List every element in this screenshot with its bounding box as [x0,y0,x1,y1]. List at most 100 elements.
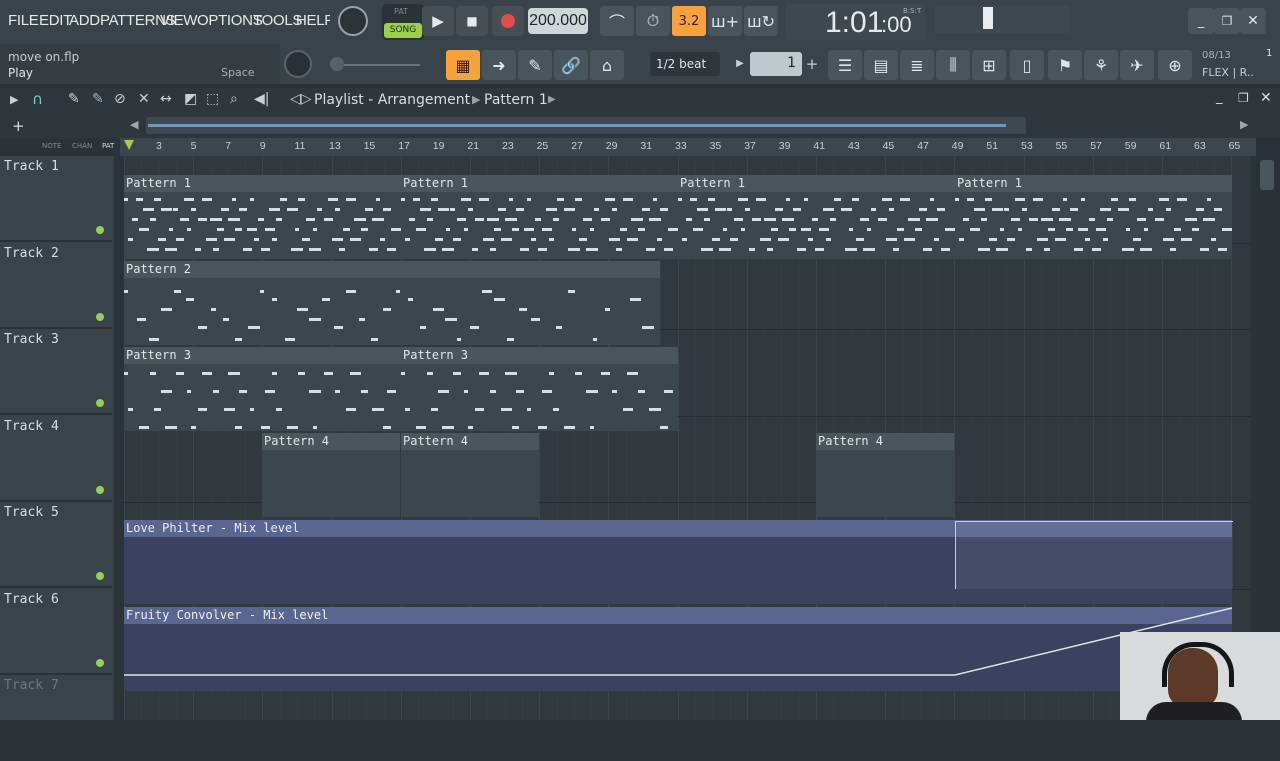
snap-selector[interactable]: 1/2 beat [650,52,720,76]
magnet-icon[interactable]: ∩ [32,90,43,108]
window-minimize-icon[interactable]: _ [1216,90,1223,105]
vscroll-thumb[interactable] [1260,160,1274,190]
slip-icon[interactable]: ↔ [160,91,172,107]
select-icon[interactable]: ⬚ [206,91,219,107]
menu-edit[interactable]: EDIT [39,12,72,29]
slice-icon[interactable]: ◩ [184,91,197,107]
plugin-button[interactable]: ⫼ [936,50,970,80]
track-header[interactable]: Track 5 [0,502,112,588]
pat-song-switch[interactable]: PAT SONG [382,4,424,40]
tempo-display[interactable]: 200.000 [528,8,588,34]
step-add-button[interactable]: + [804,54,820,74]
track-active-led[interactable] [96,572,104,580]
track-name[interactable]: Track 3 [4,332,59,347]
pattern-clip[interactable]: Pattern 4 [262,433,400,517]
track-name[interactable]: Track 7 [4,678,59,693]
channel-rack-button[interactable]: ▤ [864,50,898,80]
piano-roll-button[interactable]: ≣ [900,50,934,80]
time-display[interactable]: 1:01 :00 B:S:T [785,4,925,40]
playlist-menu-icon[interactable]: ◁▷ [290,91,312,107]
pattern-clip[interactable]: Pattern 3 [401,347,678,431]
mixer-button[interactable]: ☰ [828,50,862,80]
tempo-tap-button[interactable]: ⚘ [1084,50,1118,80]
browser-tab-chan[interactable]: CHAN [72,142,92,150]
track-header[interactable]: Track 6 [0,589,112,675]
metronome-button[interactable]: ⌒ [600,6,634,36]
pattern-clip[interactable]: Pattern 2 [124,261,660,345]
file-button[interactable]: ▯ [1010,50,1044,80]
playlist-window-button[interactable]: ▦ [446,50,480,80]
zoom-icon[interactable]: ⌕ [230,91,238,107]
countdown-button[interactable]: 3.2 [672,6,706,36]
record-button[interactable] [492,6,524,36]
arrow-right-icon[interactable]: ▶ [10,93,18,106]
bird-button[interactable]: ✈ [1120,50,1154,80]
master-volume-slider[interactable] [330,57,420,71]
master-pitch-knob[interactable] [284,50,312,78]
track-active-led[interactable] [96,226,104,234]
menu-add[interactable]: ADD [69,12,100,29]
brush-icon[interactable]: ✎ [92,91,104,107]
track-header[interactable]: Track 1 [0,156,112,242]
horizontal-scrollbar[interactable] [146,117,1026,134]
step-prev-button[interactable]: ▶ [732,54,748,74]
slider-handle[interactable] [330,57,344,71]
pattern-clip[interactable]: Pattern 1 [401,175,678,259]
browser-tab-note[interactable]: NOTE [42,142,61,150]
track-name[interactable]: Track 5 [4,505,59,520]
next-button[interactable]: ➜ [482,50,516,80]
loop-record-button[interactable]: ш↻ [744,6,778,36]
wait-input-button[interactable]: ⏱ [636,6,670,36]
pattern-clip[interactable]: Pattern 1 [678,175,955,259]
browser-tab-pat[interactable]: PAT [102,142,114,150]
mute-icon[interactable]: ✕ [138,91,150,107]
track-name[interactable]: Track 6 [4,592,59,607]
step-display[interactable]: 1 [750,52,802,76]
pattern-clip[interactable]: Pattern 4 [816,433,954,517]
track-active-led[interactable] [96,658,104,667]
scroll-left-icon[interactable]: ◀ [130,118,138,131]
stamp-button[interactable]: ⌂ [590,50,624,80]
menu-file[interactable]: FILE [8,12,39,29]
track-name[interactable]: Track 1 [4,159,59,174]
draw-tool-button[interactable]: ✎ [518,50,552,80]
window-close-icon[interactable]: ✕ [1260,90,1272,106]
track-header[interactable]: Track 3 [0,329,112,415]
close-app-button[interactable]: ✕ [1240,8,1266,34]
track-active-led[interactable] [96,485,104,494]
song-button[interactable]: SONG [384,23,422,38]
track-name[interactable]: Track 2 [4,246,59,261]
plugin-picker-button[interactable]: ⚑ [1048,50,1082,80]
track-active-led[interactable] [96,312,104,321]
minimize-button[interactable]: _ [1188,8,1214,34]
browser-button[interactable]: ⊞ [972,50,1006,80]
timeline-ruler[interactable]: 3 5 7 9 11 13 15 17 19 21 23 25 27 29 31 33 35 37 39 41 43 45… [120,138,1260,156]
pencil-icon[interactable]: ✎ [68,91,80,107]
track-header[interactable]: Track 2 [0,243,112,329]
window-restore-icon[interactable]: ❐ [1238,91,1249,105]
pattern-clip[interactable]: Pattern 3 [124,347,401,431]
scroll-right-icon[interactable]: ▶ [1240,118,1248,131]
track-active-led[interactable] [96,399,104,407]
playlist-grid[interactable]: Pattern 1 Pattern 1 Pattern 1 Pattern 1 Patt… [124,156,1250,720]
playback-icon[interactable]: ◀| [254,91,269,107]
restore-button[interactable]: ❐ [1214,8,1240,34]
menu-view[interactable]: VIEW [160,12,197,29]
link-button[interactable]: 🔗 [554,50,588,80]
pattern-clip[interactable]: Pattern 4 [401,433,539,517]
pattern-clip[interactable]: Pattern 1 [124,175,401,259]
add-track-icon[interactable]: + [12,117,25,135]
track-header[interactable]: Track 4 [0,416,112,502]
shop-button[interactable]: ⊕ [1158,50,1192,80]
play-button[interactable]: ▶ [422,6,454,36]
menu-help[interactable]: HELP [296,12,334,29]
menu-tools[interactable]: TOOLS [253,12,302,29]
pattern-clip[interactable]: Pattern 1 [955,175,1232,259]
master-volume-knob[interactable] [338,6,368,36]
scroll-thumb[interactable] [148,124,1006,127]
blend-notes-button[interactable]: ш+ [708,6,742,36]
track-name[interactable]: Track 4 [4,419,59,434]
delete-icon[interactable]: ⊘ [114,91,126,107]
playhead-marker[interactable] [124,140,134,150]
track-header[interactable]: Track 7 [0,675,112,761]
